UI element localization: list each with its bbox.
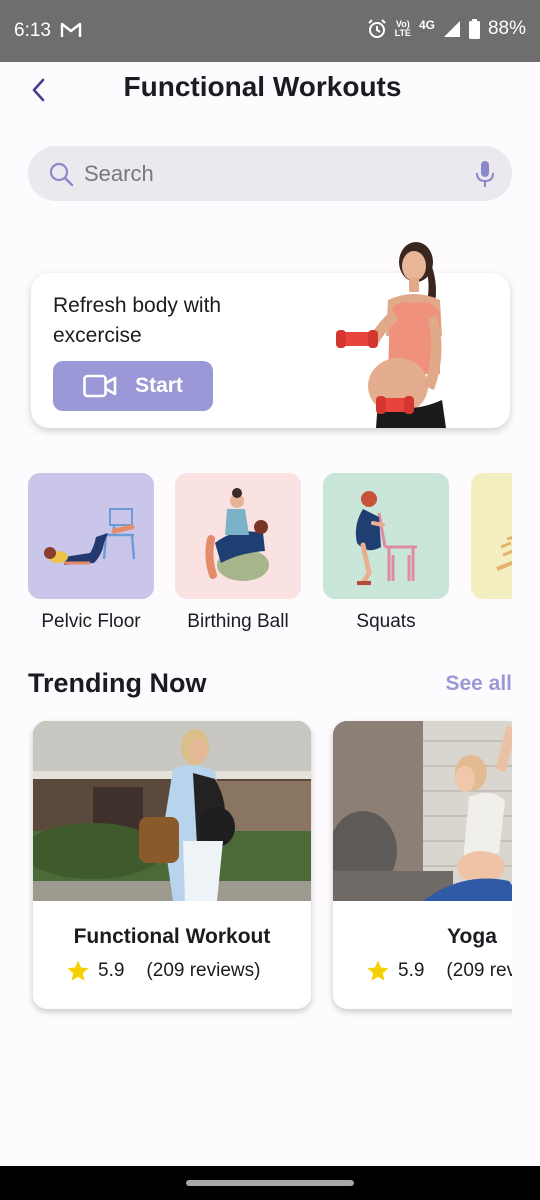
category-label: Birthing Ball	[187, 611, 289, 632]
start-button[interactable]: Start	[53, 361, 213, 411]
category-label: L	[471, 611, 512, 633]
status-indicators: Vo) LTE 4G 88%	[367, 18, 526, 40]
search-input[interactable]	[84, 154, 464, 194]
signal-icon	[443, 21, 460, 37]
star-icon	[67, 960, 89, 981]
promo-text: Refresh body with excercise	[53, 294, 222, 347]
category-item-birthing-ball[interactable]: Birthing Ball	[175, 473, 301, 633]
category-tile	[175, 473, 301, 599]
category-item-squats[interactable]: Squats	[323, 473, 449, 633]
review-count: (209 reviews)	[446, 960, 512, 981]
trending-title: Trending Now	[28, 668, 207, 698]
pelvic-floor-illustration	[44, 508, 136, 565]
category-tile	[28, 473, 154, 599]
rating-value: 5.9	[98, 960, 125, 981]
category-label: Squats	[356, 611, 416, 632]
category-list: Pelvic Floor Birthing Ball Squats	[28, 473, 512, 643]
network-type: 4G	[418, 18, 435, 32]
alarm-icon	[367, 19, 386, 38]
search-icon	[49, 162, 74, 187]
mic-icon[interactable]	[474, 160, 496, 188]
category-item-pelvic-floor[interactable]: Pelvic Floor	[28, 473, 154, 633]
category-item-l[interactable]: L	[471, 473, 512, 633]
squats-illustration	[355, 491, 417, 586]
page-title: Functional Workouts	[123, 71, 402, 102]
search-bar[interactable]	[28, 146, 512, 201]
yoga-photo	[333, 721, 512, 901]
pregnant-woman-dumbbell-image	[336, 242, 446, 428]
rating-value: 5.9	[398, 960, 425, 981]
status-time: 6:13	[14, 20, 51, 41]
workout-card[interactable]: Yoga 5.9 (209 reviews)	[333, 721, 512, 1009]
volte-indicator: Vo) LTE	[394, 19, 411, 38]
gmail-icon	[60, 22, 82, 37]
see-all-link[interactable]: See all	[445, 672, 512, 696]
category-illustration	[496, 536, 512, 571]
workout-rating: 5.9 (209 reviews)	[66, 959, 260, 983]
functional-workout-photo	[33, 721, 311, 901]
workout-card[interactable]: Functional Workout 5.9 (209 reviews)	[33, 721, 311, 1009]
status-bar: 6:13 Vo) LTE 4G 88%	[0, 0, 540, 62]
category-tile	[323, 473, 449, 599]
workout-title: Functional Workout	[73, 925, 271, 948]
battery-percent: 88%	[487, 18, 526, 39]
category-label: Pelvic Floor	[41, 611, 141, 632]
navigation-bar	[0, 1166, 540, 1200]
workout-title: Yoga	[447, 925, 497, 948]
battery-icon	[468, 19, 480, 39]
category-tile	[471, 473, 512, 599]
video-camera-icon	[83, 374, 117, 398]
workout-rating: 5.9 (209 reviews)	[366, 959, 512, 983]
home-handle[interactable]	[186, 1180, 354, 1186]
start-button-label: Start	[135, 374, 183, 397]
review-count: (209 reviews)	[146, 960, 261, 981]
birthing-ball-illustration	[205, 488, 269, 581]
trending-list: Functional Workout 5.9 (209 reviews) Yog…	[28, 718, 512, 1018]
star-icon	[367, 960, 389, 981]
